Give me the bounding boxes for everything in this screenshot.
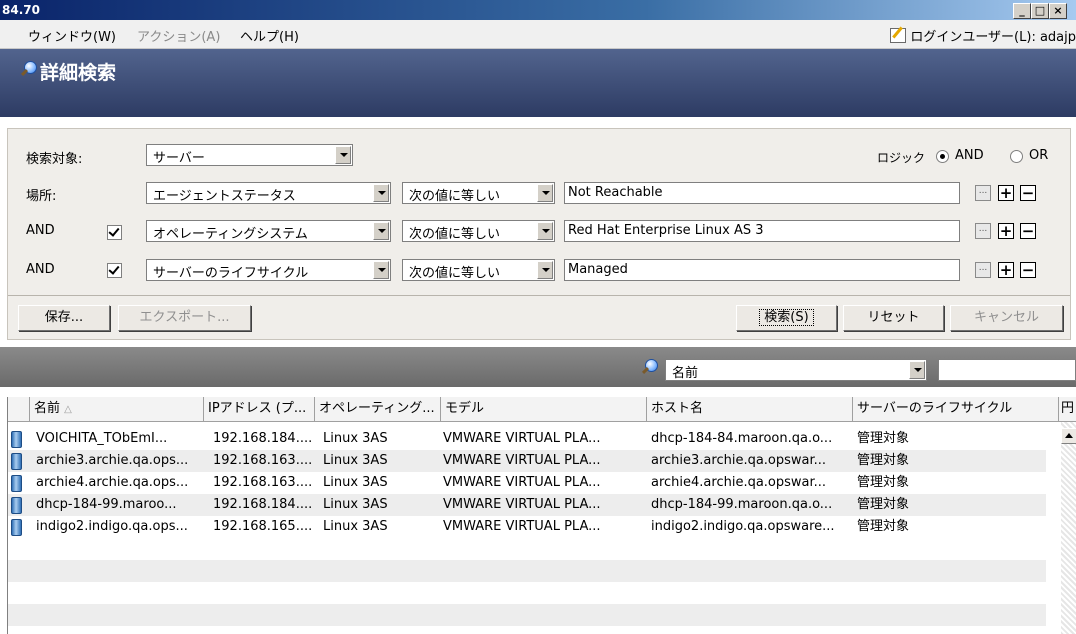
server-icon xyxy=(11,497,22,514)
logic-prefix-label: AND xyxy=(26,223,55,238)
window-title: 84.70 xyxy=(2,3,40,17)
results-table: 名前 △ IPアドレス (プ... オペレーティング... モデル ホスト名 サ… xyxy=(7,397,1076,634)
remove-criterion-button[interactable]: − xyxy=(1020,262,1036,278)
criterion-operator-select[interactable]: 次の値に等しい xyxy=(402,259,555,281)
criterion-field-select[interactable]: オペレーティングシステム xyxy=(146,220,391,242)
window-title-bar[interactable]: 84.70 _ □ × xyxy=(0,0,1076,20)
chevron-down-icon xyxy=(373,222,389,240)
search-button[interactable]: 検索(S) xyxy=(736,305,837,331)
add-criterion-button[interactable]: + xyxy=(998,262,1014,278)
table-header: 名前 △ IPアドレス (プ... オペレーティング... モデル ホスト名 サ… xyxy=(8,397,1076,422)
column-header-hostname[interactable]: ホスト名 xyxy=(647,397,853,421)
cancel-button[interactable]: キャンセル xyxy=(950,305,1063,331)
chevron-down-icon xyxy=(537,261,553,279)
table-row[interactable]: VOICHITA_TObEmI... 192.168.184.... Linux… xyxy=(8,428,1046,450)
column-header-ip[interactable]: IPアドレス (プ... xyxy=(204,397,315,421)
criterion-enable-checkbox[interactable] xyxy=(107,225,122,240)
remove-criterion-button[interactable]: − xyxy=(1020,185,1036,201)
table-row[interactable]: archie4.archie.qa.ops... 192.168.163....… xyxy=(8,472,1046,494)
filter-field-select[interactable]: 名前 xyxy=(665,359,927,381)
column-header-model[interactable]: モデル xyxy=(441,397,647,421)
chevron-down-icon xyxy=(373,184,389,202)
column-header-lifecycle[interactable]: サーバーのライフサイクル xyxy=(853,397,1059,421)
results-toolbar: 名前 xyxy=(0,347,1076,387)
table-row[interactable]: dhcp-184-99.maroo... 192.168.184.... Lin… xyxy=(8,494,1046,516)
chevron-down-icon xyxy=(537,184,553,202)
filter-input[interactable] xyxy=(938,359,1076,381)
location-label: 場所: xyxy=(26,189,57,204)
criterion-operator-select[interactable]: 次の値に等しい xyxy=(402,182,555,204)
sort-ascending-icon: △ xyxy=(64,404,72,415)
search-target-select[interactable]: サーバー xyxy=(146,144,353,166)
criterion-operator-select[interactable]: 次の値に等しい xyxy=(402,220,555,242)
page-title: 詳細検索 xyxy=(40,62,117,84)
search-criteria-panel: 検索対象: サーバー ロジック AND OR 場所: エージェントステータス 次… xyxy=(7,128,1071,340)
chevron-down-icon xyxy=(373,261,389,279)
vertical-scrollbar[interactable] xyxy=(1061,422,1076,634)
browse-button[interactable]: ... xyxy=(975,262,991,278)
browse-button[interactable]: ... xyxy=(975,185,991,201)
login-user-label: ログインユーザー(L): adajp xyxy=(910,30,1076,45)
column-header-icon xyxy=(8,397,30,421)
minimize-button[interactable]: _ xyxy=(1013,3,1031,19)
maximize-button[interactable]: □ xyxy=(1031,3,1049,19)
logic-and-radio[interactable] xyxy=(936,150,949,163)
page-header: 詳細検索 xyxy=(0,49,1076,117)
criterion-enable-checkbox[interactable] xyxy=(107,263,122,278)
login-user-menu[interactable]: ログインユーザー(L): adajp xyxy=(890,26,1076,45)
edit-icon xyxy=(890,28,907,43)
empty-row xyxy=(8,604,1046,626)
chevron-down-icon xyxy=(537,222,553,240)
logic-label: ロジック xyxy=(877,151,926,165)
column-header-name[interactable]: 名前 △ xyxy=(30,397,204,421)
export-button[interactable]: エクスポート... xyxy=(118,305,251,331)
column-header-os[interactable]: オペレーティング... xyxy=(315,397,441,421)
logic-or-radio[interactable] xyxy=(1010,150,1023,163)
criterion-value-input[interactable]: Red Hat Enterprise Linux AS 3 xyxy=(564,220,960,242)
menu-window[interactable]: ウィンドウ(W) xyxy=(28,26,116,45)
server-icon xyxy=(11,431,22,448)
search-icon xyxy=(641,359,658,375)
chevron-down-icon xyxy=(909,361,925,379)
server-icon xyxy=(11,519,22,536)
criterion-field-select[interactable]: サーバーのライフサイクル xyxy=(146,259,391,281)
server-icon xyxy=(11,475,22,492)
divider xyxy=(8,295,1070,296)
chevron-down-icon xyxy=(335,146,351,164)
table-row[interactable]: indigo2.indigo.qa.ops... 192.168.165....… xyxy=(8,516,1046,538)
logic-and-label: AND xyxy=(955,148,984,163)
column-header-more[interactable]: 円 xyxy=(1059,397,1076,421)
table-row[interactable]: archie3.archie.qa.ops... 192.168.163....… xyxy=(8,450,1046,472)
empty-row xyxy=(8,560,1046,582)
scroll-up-button[interactable] xyxy=(1061,428,1076,444)
close-button[interactable]: × xyxy=(1049,3,1067,19)
server-icon xyxy=(11,453,22,470)
criterion-field-select[interactable]: エージェントステータス xyxy=(146,182,391,204)
add-criterion-button[interactable]: + xyxy=(998,223,1014,239)
browse-button[interactable]: ... xyxy=(975,223,991,239)
menu-bar: ウィンドウ(W) アクション(A) ヘルプ(H) ログインユーザー(L): ad… xyxy=(0,20,1076,49)
add-criterion-button[interactable]: + xyxy=(998,185,1014,201)
remove-criterion-button[interactable]: − xyxy=(1020,223,1036,239)
search-target-label: 検索対象: xyxy=(26,152,83,167)
reset-button[interactable]: リセット xyxy=(843,305,944,331)
criterion-value-input[interactable]: Managed xyxy=(564,259,960,281)
criterion-value-input[interactable]: Not Reachable xyxy=(564,182,960,204)
logic-prefix-label: AND xyxy=(26,262,55,277)
menu-help[interactable]: ヘルプ(H) xyxy=(240,26,299,45)
logic-or-label: OR xyxy=(1029,148,1049,163)
save-button[interactable]: 保存... xyxy=(18,305,110,331)
search-icon xyxy=(20,61,37,77)
menu-action[interactable]: アクション(A) xyxy=(137,26,220,45)
